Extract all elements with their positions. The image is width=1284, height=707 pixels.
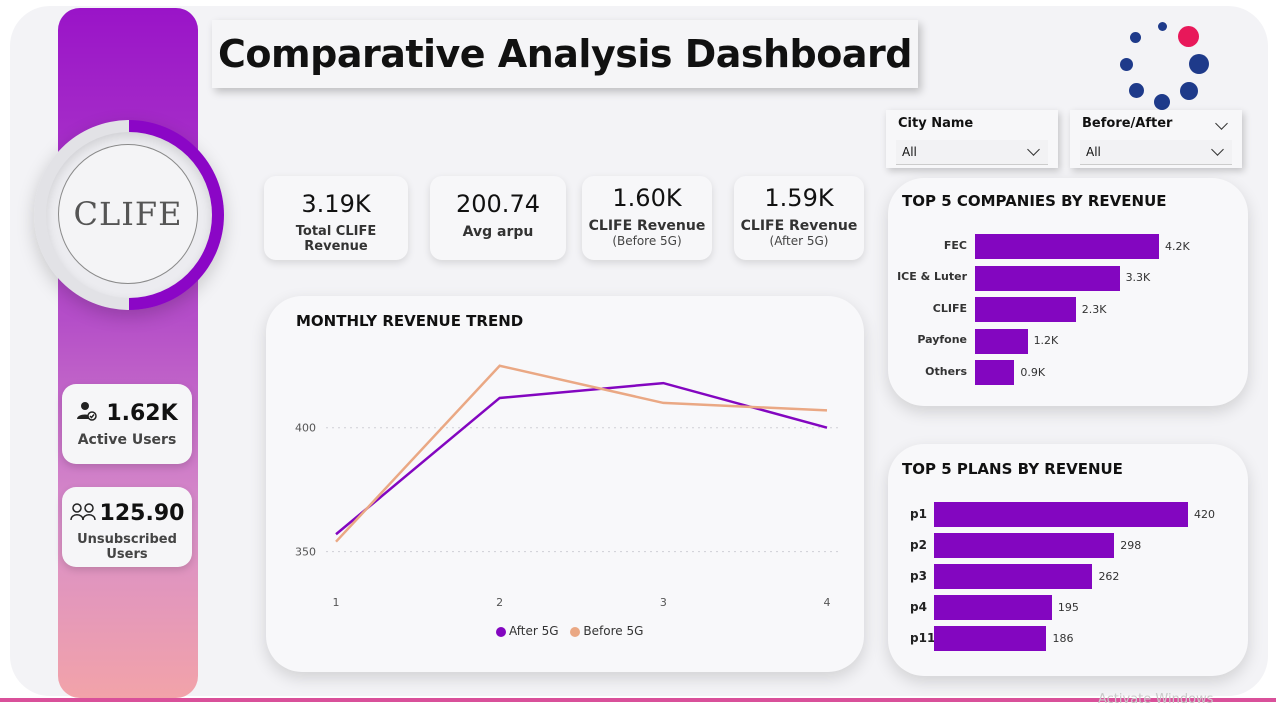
kpi-label: Avg arpu: [462, 224, 534, 240]
users-group-icon: [69, 502, 96, 526]
legend-label-before: Before 5G: [583, 624, 644, 638]
activate-windows-watermark: Activate Windows: [1098, 692, 1214, 707]
bar[interactable]: [934, 502, 1188, 527]
series-line-before-5g[interactable]: [335, 364, 828, 543]
kpi-label: Total CLIFE Revenue: [295, 224, 377, 254]
legend-dot-after: [496, 626, 506, 637]
kpi-sublabel: (Before 5G): [612, 234, 682, 248]
bar-label: CLIFE: [932, 301, 967, 315]
bar[interactable]: [975, 328, 1028, 354]
bottom-accent-line: [0, 698, 1276, 702]
before-after-filter-value: All: [1086, 145, 1101, 159]
x-tick-label: 3: [660, 596, 667, 609]
bar-label: Others: [925, 364, 967, 378]
spinner-highlight-dot: [1178, 26, 1199, 47]
kpi-card-revenue-before: 1.60K CLIFE Revenue (Before 5G): [582, 176, 712, 260]
kpi-value: 1.60K: [612, 184, 682, 212]
x-tick-label: 2: [496, 596, 503, 609]
bar[interactable]: [934, 626, 1047, 651]
legend-dot-before: [570, 626, 581, 637]
kpi-sublabel: (After 5G): [769, 234, 829, 248]
logo-text: CLIFE: [73, 195, 183, 233]
kpi-value: 3.19K: [301, 190, 371, 218]
kpi-card-avg-arpu: 200.74 Avg arpu: [430, 176, 566, 260]
bar-label: p1: [910, 506, 927, 521]
unsubscribed-users-label: Unsubscribed Users: [77, 532, 177, 562]
top-plans-panel: TOP 5 PLANS BY REVENUE p1 420 p2 298 p3 262 p4…: [888, 444, 1248, 676]
kpi-value: 200.74: [456, 190, 540, 218]
chevron-down-icon: [1211, 143, 1224, 156]
active-users-card: 1.62K Active Users: [62, 384, 192, 464]
line-chart: 350 400 1 2 3 4: [295, 364, 838, 609]
bar-value-label: 3.3K: [1125, 271, 1151, 284]
bar[interactable]: [975, 360, 1015, 385]
unsubscribed-users-card: 125.90 Unsubscribed Users: [62, 487, 192, 567]
spinner-icon: [1110, 16, 1214, 112]
plans-bar-chart: p1 420 p2 298 p3 262 p4 195 p11 186: [888, 444, 1248, 676]
bar[interactable]: [934, 564, 1093, 589]
bar-value-label: 420: [1194, 507, 1215, 521]
bar-label: ICE & Luter: [897, 270, 967, 283]
before-after-filter[interactable]: Before/After All: [1070, 110, 1242, 168]
bar[interactable]: [975, 234, 1159, 259]
before-after-filter-label: Before/After: [1082, 116, 1173, 131]
logo-ring: CLIFE: [34, 120, 224, 310]
bar[interactable]: [934, 595, 1052, 620]
before-after-filter-dropdown[interactable]: All: [1080, 140, 1232, 165]
bar-value-label: 262: [1098, 569, 1120, 583]
sidebar: [58, 8, 198, 698]
bar[interactable]: [934, 533, 1115, 558]
bar-value-label: 4.2K: [1165, 239, 1190, 253]
logo-inner: CLIFE: [46, 132, 212, 298]
bar-label: p3: [910, 568, 927, 583]
bar-label: FEC: [943, 238, 967, 252]
bar-label: Payfone: [917, 333, 967, 346]
kpi-label: CLIFE Revenue: [588, 218, 706, 234]
bar-label: p4: [910, 599, 927, 614]
active-users-label: Active Users: [77, 432, 177, 448]
chart-legend: After 5G Before 5G: [496, 624, 643, 638]
bar[interactable]: [975, 297, 1076, 322]
page-title: Comparative Analysis Dashboard: [218, 32, 912, 76]
chevron-down-icon[interactable]: [1215, 117, 1228, 130]
bar-label: p2: [910, 537, 927, 552]
city-filter-dropdown[interactable]: All: [896, 140, 1048, 165]
monthly-revenue-panel: MONTHLY REVENUE TREND 350 400 1 2 3 4 After 5…: [266, 296, 864, 672]
logo: CLIFE: [58, 144, 198, 284]
y-tick-label: 350: [295, 546, 316, 559]
bar[interactable]: [975, 265, 1120, 291]
user-check-icon: [76, 400, 98, 426]
bar-value-label: 2.3K: [1081, 302, 1107, 316]
kpi-card-revenue-after: 1.59K CLIFE Revenue (After 5G): [734, 176, 864, 260]
bar-label: p11: [910, 630, 936, 645]
bar-value-label: 1.2K: [1033, 334, 1059, 347]
x-tick-label: 1: [333, 596, 340, 609]
bar-value-label: 0.9K: [1020, 365, 1046, 379]
y-tick-label: 400: [295, 422, 316, 435]
title-box: Comparative Analysis Dashboard: [212, 20, 918, 88]
chevron-down-icon: [1027, 143, 1040, 156]
city-filter-label: City Name: [898, 116, 974, 131]
top-companies-panel: TOP 5 COMPANIES BY REVENUE FEC 4.2K ICE & …: [888, 178, 1248, 406]
legend-label-after: After 5G: [509, 624, 559, 638]
unsubscribed-users-value: 125.90: [99, 501, 185, 526]
kpi-value: 1.59K: [764, 184, 834, 212]
companies-bar-chart: FEC 4.2K ICE & Luter 3.3K CLIFE 2.3K Payfone 1.…: [888, 178, 1248, 406]
active-users-value: 1.62K: [106, 400, 178, 426]
city-filter[interactable]: City Name All: [886, 110, 1058, 168]
bar-value-label: 186: [1052, 631, 1074, 645]
city-filter-value: All: [902, 145, 917, 159]
bar-value-label: 298: [1120, 538, 1142, 552]
kpi-label: CLIFE Revenue: [740, 218, 858, 234]
x-tick-label: 4: [824, 596, 831, 609]
kpi-card-total-revenue: 3.19K Total CLIFE Revenue: [264, 176, 408, 260]
bar-value-label: 195: [1057, 600, 1079, 614]
